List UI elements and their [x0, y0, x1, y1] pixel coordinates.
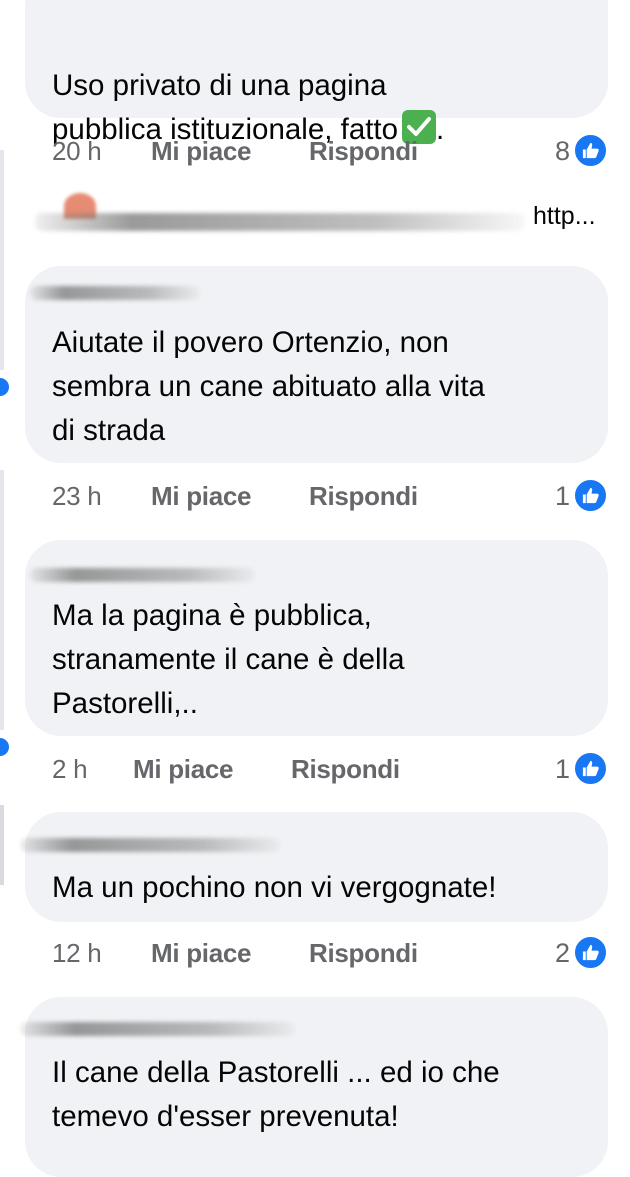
like-button[interactable]: Mi piace [133, 754, 234, 785]
comment-time: 20 h [52, 136, 102, 166]
like-count[interactable]: 1 [520, 481, 570, 512]
thumbs-up-icon [573, 133, 608, 168]
redacted-author-name [30, 286, 200, 300]
like-count[interactable]: 1 [520, 754, 570, 785]
like-button[interactable]: Mi piace [151, 938, 252, 969]
comment-text: Ma un pochino non vi vergognate! [52, 871, 497, 904]
comment-text: Ma la pagina è pubblica, stranamente il … [52, 599, 405, 720]
comment-time: 2 h [52, 754, 88, 784]
like-button[interactable]: Mi piace [151, 481, 252, 512]
redacted-author-name [20, 1022, 295, 1036]
reply-button[interactable]: Rispondi [309, 481, 418, 512]
redacted-author-name [30, 568, 255, 582]
redacted-author-name [20, 838, 280, 852]
reply-snippet[interactable]: http... [533, 202, 596, 231]
reply-button[interactable]: Rispondi [291, 754, 400, 785]
like-count[interactable]: 2 [520, 938, 570, 969]
thumbs-up-icon [573, 935, 608, 970]
redacted-author-name [35, 213, 525, 231]
comment-time: 23 h [52, 481, 102, 511]
comment-text: Aiutate il povero Ortenzio, non sembra u… [52, 326, 485, 447]
thread-line [0, 805, 4, 885]
thread-line [0, 150, 4, 370]
reply-button[interactable]: Rispondi [309, 136, 418, 167]
reply-button[interactable]: Rispondi [309, 938, 418, 969]
thread-line [0, 470, 4, 730]
thumbs-up-icon [573, 478, 608, 513]
comment-text: Il cane della Pastorelli ... ed io che t… [52, 1056, 500, 1133]
comment-text: Uso privato di una pagina pubblica istit… [52, 69, 445, 146]
like-button[interactable]: Mi piace [151, 136, 252, 167]
thumbs-up-icon [573, 751, 608, 786]
thread-dot [0, 738, 9, 756]
thread-dot [0, 378, 9, 396]
like-count[interactable]: 8 [520, 136, 570, 167]
comment-time: 12 h [52, 938, 102, 968]
